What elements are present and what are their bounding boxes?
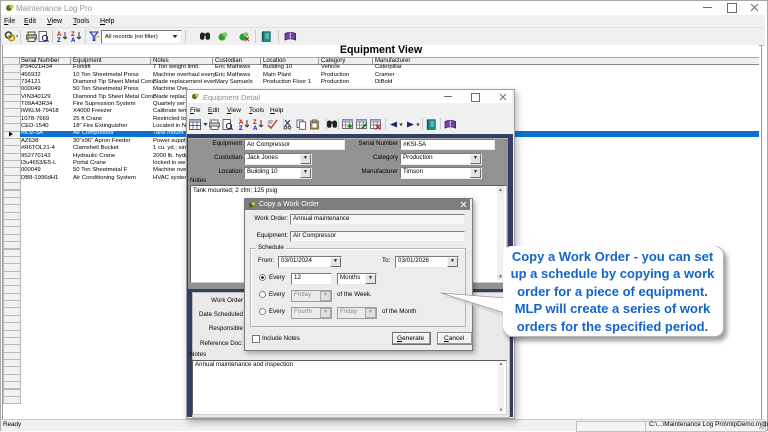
svg-text:A: A xyxy=(253,126,258,130)
svg-text:Z: Z xyxy=(239,126,243,130)
svg-text:Z: Z xyxy=(57,38,61,42)
svg-text:A: A xyxy=(71,38,76,42)
